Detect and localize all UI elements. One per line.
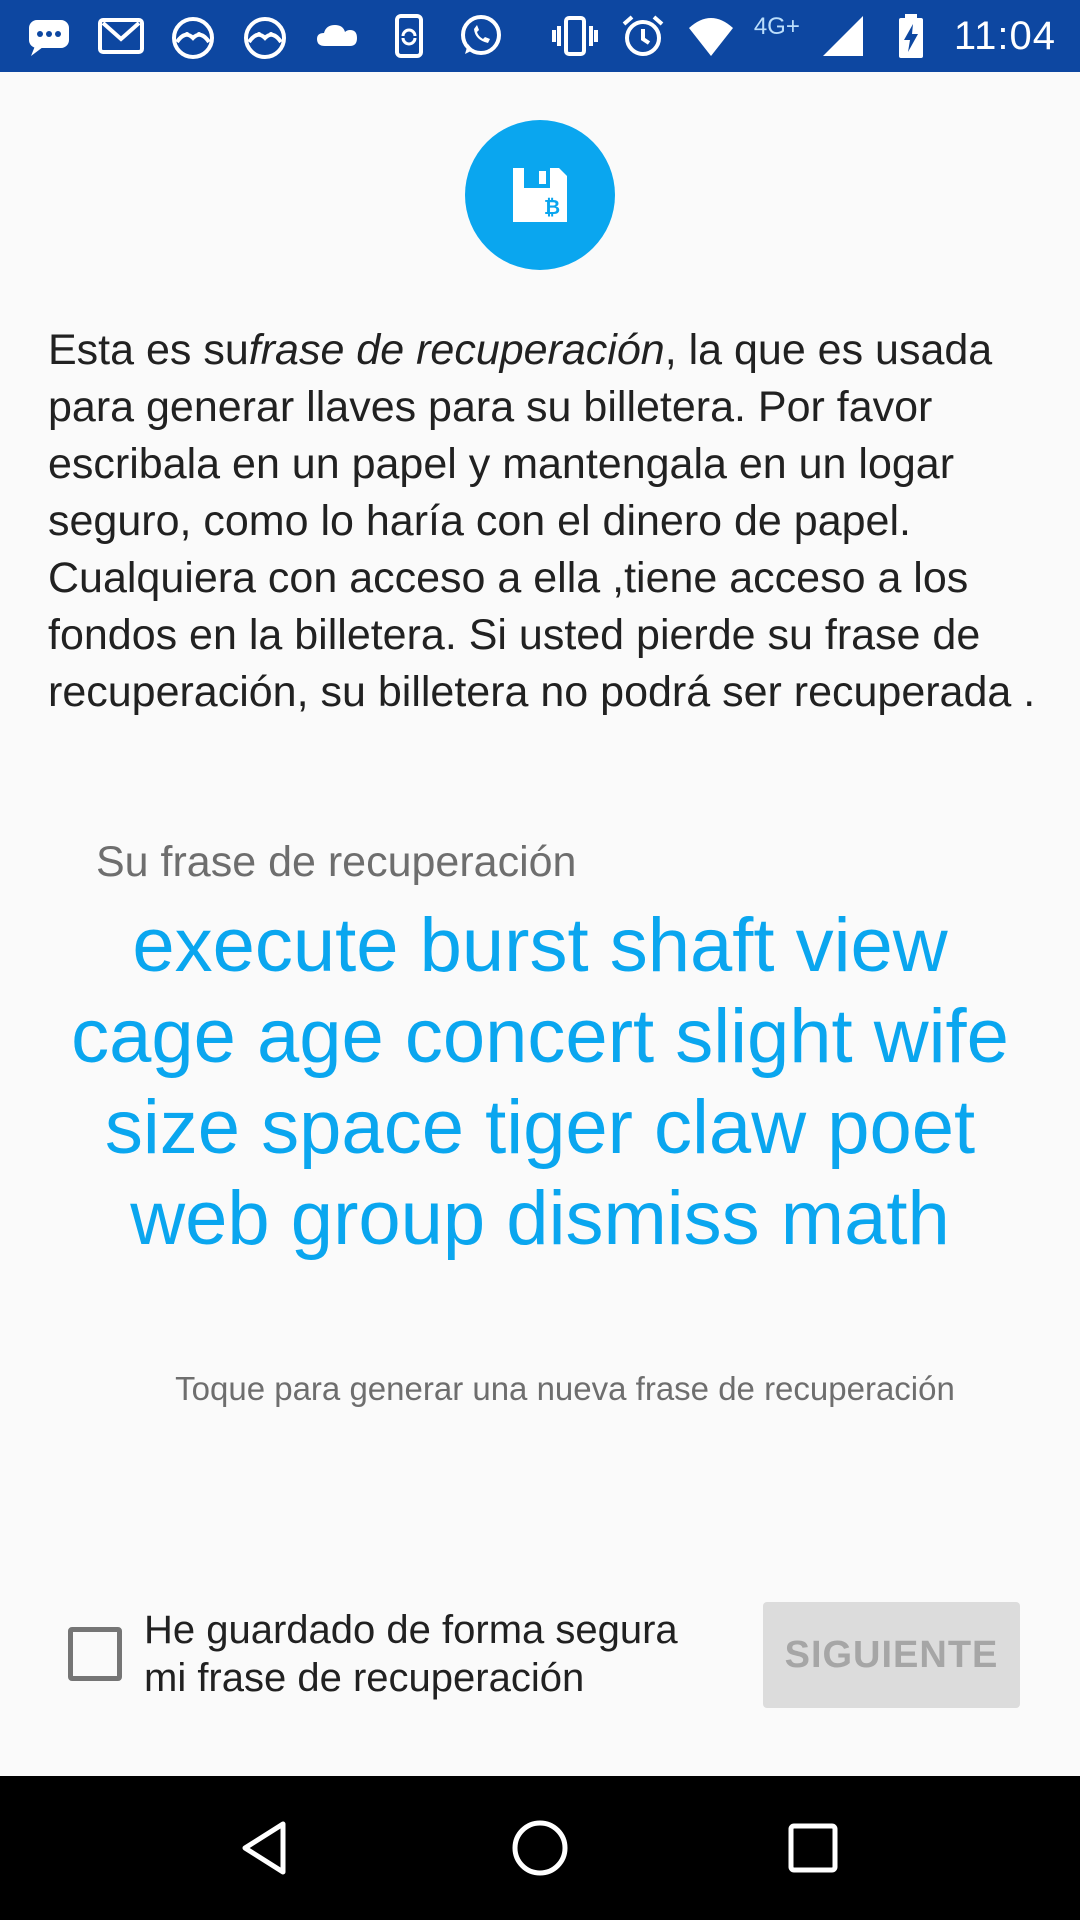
- next-button[interactable]: SIGUIENTE: [763, 1602, 1020, 1708]
- intro-part1: Esta es su: [48, 326, 249, 374]
- wifi-icon: [686, 11, 736, 61]
- signal-icon: [818, 11, 868, 61]
- messages-icon: [24, 11, 74, 61]
- whatsapp-icon: [456, 11, 506, 61]
- system-icons: 4G+ 11:04: [550, 11, 1056, 61]
- basecamp-icon: [240, 11, 290, 61]
- cloud-icon: [312, 11, 362, 61]
- intro-text: Esta es sufrase de recuperación, la que …: [48, 322, 1038, 721]
- alarm-icon: [618, 11, 668, 61]
- home-icon[interactable]: [500, 1808, 580, 1888]
- recovery-phrase[interactable]: execute burst shaft view cage age concer…: [60, 900, 1020, 1264]
- gmail-icon: [96, 11, 146, 61]
- intro-emphasis: frase de recuperación: [248, 326, 665, 374]
- vibrate-icon: [550, 11, 600, 61]
- back-icon[interactable]: [227, 1808, 307, 1888]
- regenerate-hint: Toque para generar una nueva frase de re…: [175, 1370, 955, 1407]
- clock: 11:04: [953, 13, 1056, 58]
- phone-sync-icon: [384, 11, 434, 61]
- saved-checkbox-label: He guardado de forma segura mi frase de …: [144, 1608, 678, 1700]
- intro-part2: , la que es usada para generar llaves pa…: [48, 326, 1036, 716]
- floppy-bitcoin-icon: ₿: [513, 168, 567, 222]
- saved-checkbox[interactable]: [68, 1627, 122, 1681]
- navigation-bar: [0, 1776, 1080, 1920]
- battery-charging-icon: [886, 11, 936, 61]
- notification-icons: [24, 11, 550, 61]
- saved-confirmation[interactable]: He guardado de forma segura mi frase de …: [68, 1604, 728, 1704]
- status-bar: 4G+ 11:04: [0, 0, 1080, 72]
- network-type: 4G+: [753, 13, 800, 40]
- svg-text:₿: ₿: [544, 195, 560, 219]
- recents-icon[interactable]: [773, 1808, 853, 1888]
- basecamp-icon: [168, 11, 218, 61]
- phrase-label: Su frase de recuperación: [96, 838, 577, 886]
- wallet-backup-logo: ₿: [465, 120, 615, 270]
